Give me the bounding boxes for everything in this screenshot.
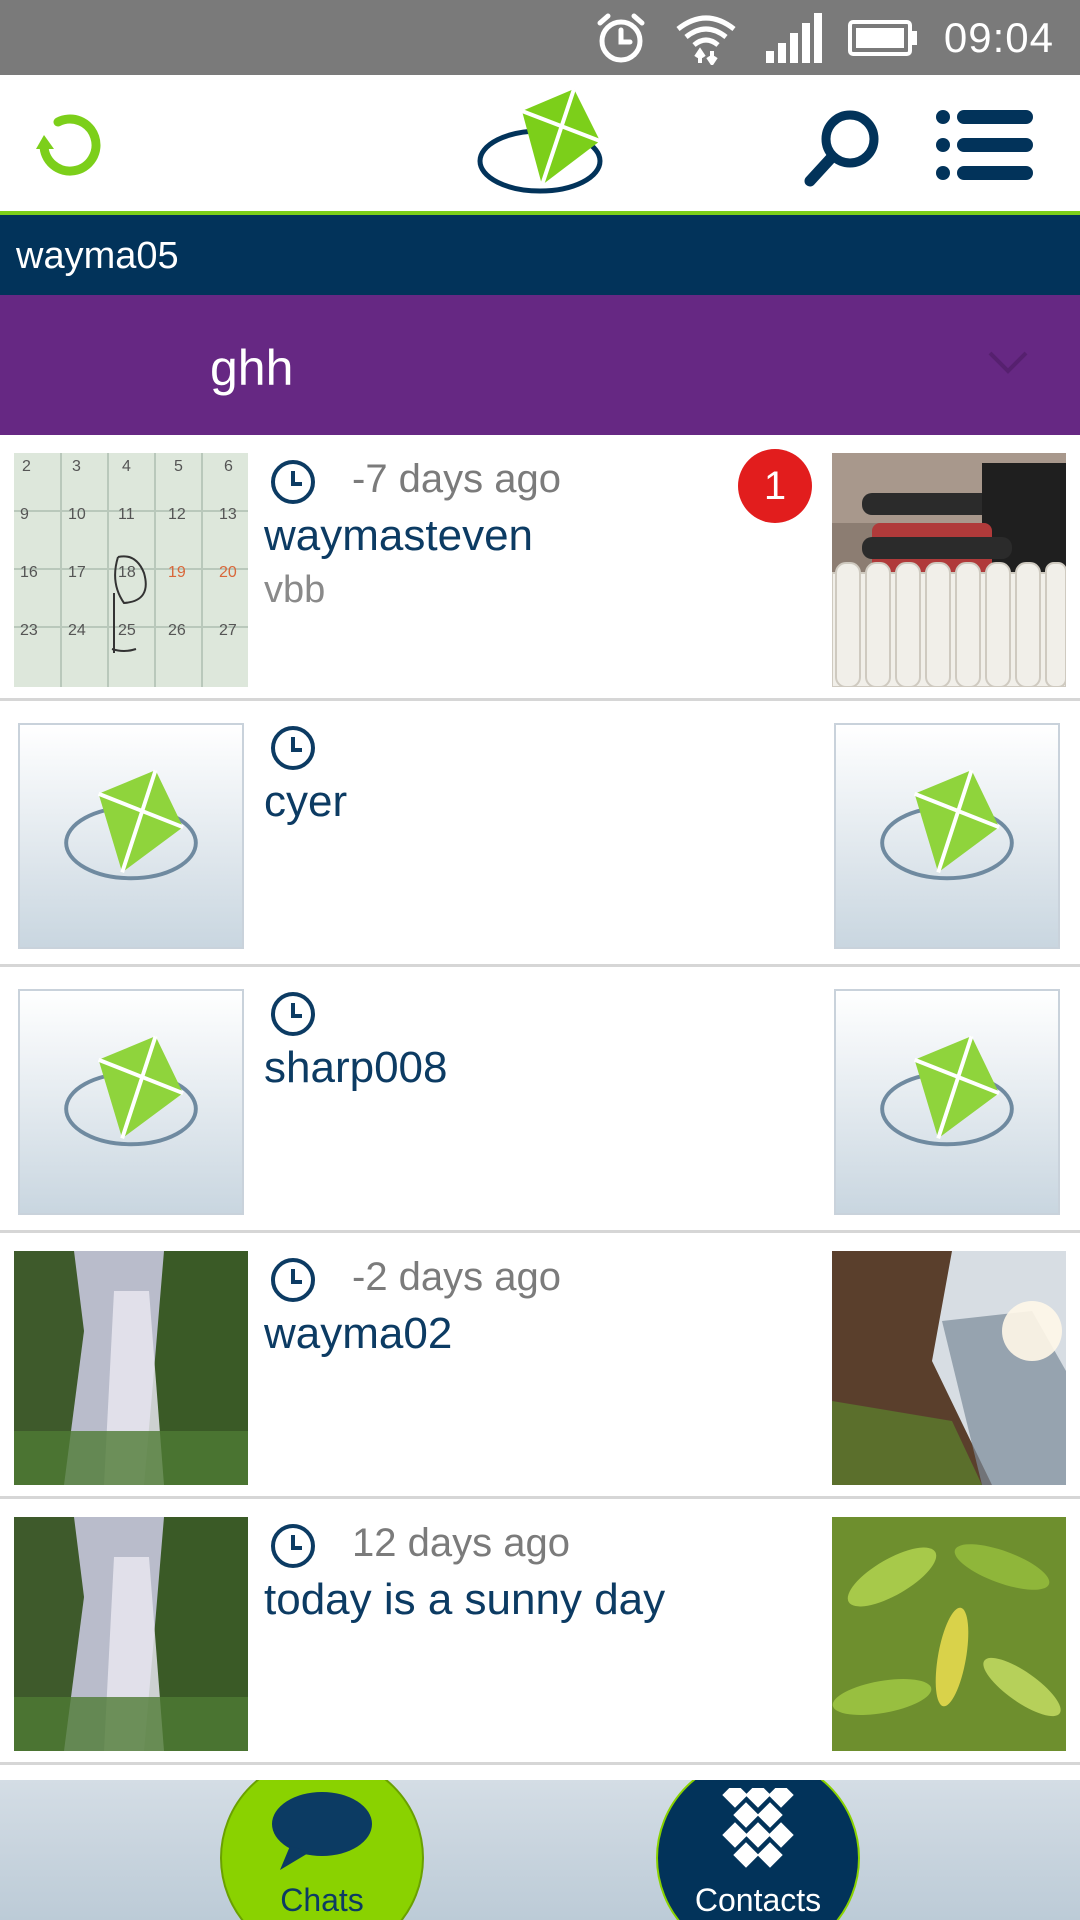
contacts-grid-icon [722, 1788, 794, 1868]
chat-title: wayma02 [264, 1309, 453, 1358]
waterfall-thumb-image [14, 1251, 248, 1485]
contacts-tab-label: Contacts [694, 1882, 822, 1918]
chat-row-sunny-day[interactable]: 12 days ago today is a sunny day [0, 1499, 1080, 1765]
chat-title: cyer [264, 777, 348, 826]
cal-day: 24 [68, 622, 86, 639]
cal-day: 16 [20, 564, 38, 581]
group-selector[interactable]: ghh [0, 295, 1080, 435]
chat-preview: vbb [264, 569, 326, 611]
chat-row-wayma02[interactable]: -2 days ago wayma02 [0, 1233, 1080, 1499]
alarm-icon [597, 13, 645, 62]
avatar-placeholder [18, 989, 244, 1215]
cal-day: 5 [174, 458, 183, 475]
app-logo-placeholder-icon [64, 1035, 198, 1147]
current-username: wayma05 [16, 235, 179, 277]
wifi-icon [676, 15, 736, 65]
chevron-down-icon[interactable] [986, 347, 1030, 377]
cal-day: 19 [168, 564, 186, 581]
chat-bubble-icon [272, 1792, 372, 1870]
leaves-thumb-image [832, 1517, 1066, 1751]
unread-badge: 1 [738, 449, 812, 523]
clock-icon [271, 726, 315, 770]
clock-icon [271, 1524, 315, 1568]
cal-day: 27 [219, 622, 237, 639]
refresh-icon[interactable] [30, 105, 110, 185]
chats-tab-button[interactable]: Chats [220, 1780, 424, 1920]
signal-icon [765, 12, 822, 63]
waterfall-photo-thumbnail [14, 1251, 248, 1485]
cal-day: 17 [68, 564, 86, 581]
chat-row-cyer[interactable]: cyer [0, 701, 1080, 967]
status-bar: 09:04 [0, 0, 1080, 75]
cal-day: 11 [118, 506, 135, 523]
cal-day: 18 [118, 564, 136, 581]
contacts-tab-button[interactable]: Contacts [656, 1780, 860, 1920]
cal-day: 26 [168, 622, 186, 639]
coast-thumb-image [832, 1251, 1066, 1485]
app-logo-placeholder-icon [64, 769, 198, 881]
battery-icon [847, 19, 917, 56]
app-logo-placeholder-icon [880, 1035, 1014, 1147]
cal-day: 23 [20, 622, 38, 639]
chat-time-ago: -7 days ago [352, 457, 562, 501]
image-placeholder [834, 989, 1060, 1215]
leaves-photo-thumbnail [832, 1517, 1066, 1751]
group-name: ghh [210, 340, 294, 396]
chat-row-sharp008[interactable]: sharp008 [0, 967, 1080, 1233]
cal-day: 9 [20, 506, 29, 523]
bottom-nav: Chats Contacts [0, 1780, 1080, 1920]
cal-day: 4 [122, 458, 131, 475]
cal-day: 12 [168, 506, 186, 523]
clock-icon [271, 460, 315, 504]
heater-thumb-image [832, 453, 1066, 687]
waterfall-photo-thumbnail [14, 1517, 248, 1751]
chat-title: waymasteven [264, 511, 534, 560]
app-logo-placeholder-icon [880, 769, 1014, 881]
clock-icon [271, 992, 315, 1036]
cal-day: 2 [22, 458, 31, 475]
cal-day: 25 [118, 622, 136, 639]
chats-tab-label: Chats [280, 1882, 364, 1918]
chat-list: 2 3 4 5 6 9 10 11 12 13 16 17 18 19 20 2… [0, 435, 1080, 1765]
calendar-photo-thumbnail: 2 3 4 5 6 9 10 11 12 13 16 17 18 19 20 2… [14, 453, 248, 687]
chat-row-waymasteven[interactable]: 2 3 4 5 6 9 10 11 12 13 16 17 18 19 20 2… [0, 435, 1080, 701]
user-bar: wayma05 [0, 215, 1080, 295]
chat-title: sharp008 [264, 1043, 448, 1092]
image-placeholder [834, 723, 1060, 949]
cal-day: 6 [224, 458, 233, 475]
app-logo-icon [477, 88, 603, 194]
cal-day: 3 [72, 458, 81, 475]
search-icon[interactable] [800, 105, 884, 189]
app-bar [0, 75, 1080, 215]
chat-title: today is a sunny day [264, 1575, 666, 1624]
status-time: 09:04 [943, 13, 1054, 61]
chat-time-ago: 12 days ago [352, 1521, 570, 1565]
chat-time-ago: -2 days ago [352, 1255, 562, 1299]
cal-day: 20 [219, 564, 237, 581]
clock-icon [271, 1258, 315, 1302]
avatar-placeholder [18, 723, 244, 949]
waterfall-thumb-image [14, 1517, 248, 1751]
calendar-thumb-image: 2 3 4 5 6 9 10 11 12 13 16 17 18 19 20 2… [14, 453, 248, 687]
waterfall-coast-photo-thumbnail [832, 1251, 1066, 1485]
cal-day: 10 [68, 506, 86, 523]
menu-icon[interactable] [935, 105, 1035, 185]
cal-day: 13 [219, 506, 237, 523]
heater-photo-thumbnail [832, 453, 1066, 687]
